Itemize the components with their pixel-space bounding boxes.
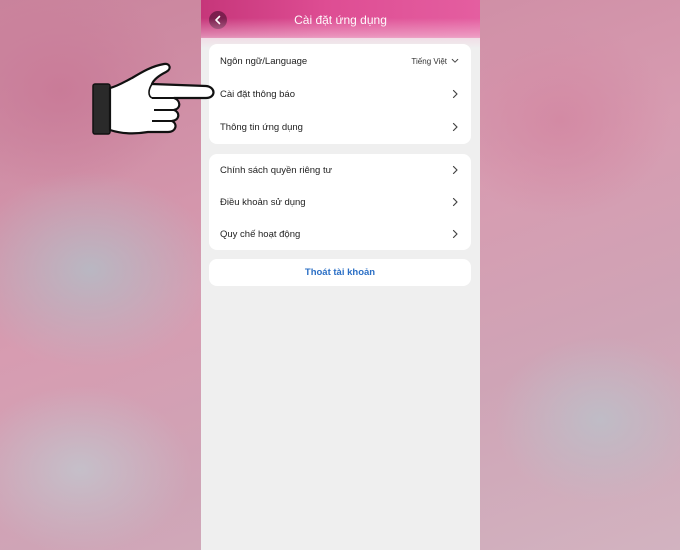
operating-rules-row[interactable]: Quy chế hoạt động <box>209 218 471 250</box>
privacy-policy-label: Chính sách quyền riêng tư <box>220 164 332 176</box>
chevron-right-icon <box>452 89 458 99</box>
terms-of-use-label: Điều khoản sử dụng <box>220 196 306 208</box>
language-label: Ngôn ngữ/Language <box>220 55 308 67</box>
chevron-right-icon <box>452 122 458 132</box>
chevron-right-icon <box>452 165 458 175</box>
app-info-row[interactable]: Thông tin ứng dụng <box>209 110 471 144</box>
chevron-right-icon <box>452 197 458 207</box>
chevron-right-icon <box>452 229 458 239</box>
terms-of-use-row[interactable]: Điều khoản sử dụng <box>209 186 471 218</box>
privacy-policy-row[interactable]: Chính sách quyền riêng tư <box>209 154 471 186</box>
notification-settings-row[interactable]: Cài đặt thông báo <box>209 78 471 110</box>
logout-button[interactable]: Thoát tài khoản <box>209 259 471 286</box>
app-screen: Cài đặt ứng dụng Ngôn ngữ/Language Tiếng… <box>201 0 480 550</box>
language-value: Tiếng Việt <box>411 56 447 66</box>
chevron-down-icon <box>451 58 459 63</box>
app-info-label: Thông tin ứng dụng <box>220 121 303 133</box>
pointing-hand-icon <box>92 62 215 135</box>
language-row[interactable]: Ngôn ngữ/Language Tiếng Việt <box>209 44 471 78</box>
settings-card-general: Ngôn ngữ/Language Tiếng Việt Cài đặt thô… <box>209 44 471 144</box>
settings-card-legal: Chính sách quyền riêng tư Điều khoản sử … <box>209 154 471 250</box>
operating-rules-label: Quy chế hoạt động <box>220 228 301 240</box>
notification-settings-label: Cài đặt thông báo <box>220 88 296 100</box>
